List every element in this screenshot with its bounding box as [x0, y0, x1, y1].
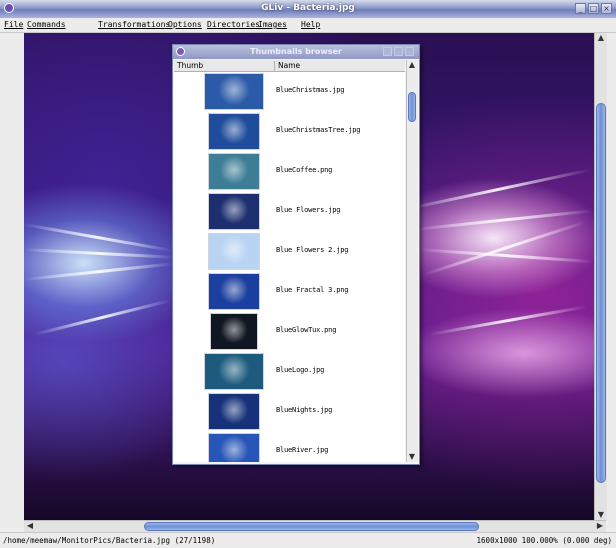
window-title: GLiv - Bacteria.jpg	[261, 3, 355, 13]
file-name: BlueChristmasTree.jpg	[276, 126, 361, 134]
light-streak	[428, 305, 587, 336]
list-item[interactable]: Blue Flowers 2.jpg	[174, 232, 405, 272]
thumbnails-scrollbar[interactable]: ▲ ▼	[406, 60, 418, 462]
menu-file[interactable]: File	[4, 20, 23, 29]
main-titlebar[interactable]: GLiv - Bacteria.jpg _ □ ×	[0, 0, 616, 18]
column-header-thumb[interactable]: Thumb	[177, 61, 203, 70]
thumbnail-image	[208, 233, 260, 270]
thumbnail-image	[208, 153, 260, 190]
thumbnail-image	[208, 393, 260, 430]
thumbnail-image	[208, 113, 260, 150]
scroll-left-icon[interactable]: ◀	[24, 521, 36, 531]
scroll-right-icon[interactable]: ▶	[594, 521, 606, 531]
list-item[interactable]: Blue Fractal 3.png	[174, 272, 405, 312]
menu-commands[interactable]: Commands	[27, 20, 66, 29]
light-streak	[24, 223, 172, 253]
thumbnail-image	[204, 73, 264, 110]
status-path: /home/meemaw/MonitorPics/Bacteria.jpg (2…	[3, 536, 216, 545]
file-name: BlueGlowTux.png	[276, 326, 337, 334]
file-name: BlueCoffee.png	[276, 166, 333, 174]
light-streak	[33, 299, 171, 336]
thumbnail-image	[208, 273, 260, 310]
column-header-name[interactable]: Name	[274, 61, 300, 71]
menu-help[interactable]: Help	[301, 20, 320, 29]
file-name: Blue Flowers 2.jpg	[276, 246, 349, 254]
maximize-icon[interactable]: □	[588, 3, 599, 14]
file-name: Blue Fractal 3.png	[276, 286, 349, 294]
list-item[interactable]: BlueNights.jpg	[174, 392, 405, 432]
thumbnails-browser-titlebar[interactable]: Thumbnails browser	[173, 45, 419, 59]
list-item[interactable]: BlueGlowTux.png	[174, 312, 405, 352]
scroll-down-icon[interactable]: ▼	[407, 452, 417, 462]
status-bar: /home/meemaw/MonitorPics/Bacteria.jpg (2…	[0, 532, 616, 548]
list-item[interactable]: BlueRiver.jpg	[174, 432, 405, 462]
vertical-scroll-thumb[interactable]	[596, 103, 606, 483]
thumbnails-browser-window[interactable]: Thumbnails browser Thumb Name BlueChrist…	[172, 44, 420, 465]
file-name: BlueNights.jpg	[276, 406, 333, 414]
horizontal-scrollbar[interactable]: ◀ ▶	[24, 520, 606, 532]
light-streak	[24, 248, 174, 259]
list-item[interactable]: Blue Flowers.jpg	[174, 192, 405, 232]
light-streak	[403, 168, 591, 211]
scroll-down-icon[interactable]: ▼	[595, 510, 607, 520]
thumbnails-list[interactable]: BlueChristmas.jpg BlueChristmasTree.jpg …	[174, 72, 405, 462]
menu-directories[interactable]: Directories	[207, 20, 260, 29]
list-item[interactable]: BlueChristmasTree.jpg	[174, 112, 405, 152]
close-icon[interactable]: ×	[601, 3, 612, 14]
light-streak	[24, 262, 174, 281]
list-item[interactable]: BlueLogo.jpg	[174, 352, 405, 392]
menu-options[interactable]: Options	[168, 20, 202, 29]
file-name: BlueRiver.jpg	[276, 446, 329, 454]
horizontal-scroll-thumb[interactable]	[144, 522, 479, 531]
thumbnail-image	[210, 313, 258, 350]
status-info: 1600x1000 100.000% (0.000 deg)	[476, 536, 612, 545]
scroll-up-icon[interactable]: ▲	[407, 60, 417, 70]
list-item[interactable]: BlueChristmas.jpg	[174, 72, 405, 112]
file-name: Blue Flowers.jpg	[276, 206, 341, 214]
minimize-icon[interactable]	[383, 47, 392, 56]
minimize-icon[interactable]: _	[575, 3, 586, 14]
scroll-up-icon[interactable]: ▲	[595, 33, 607, 43]
menu-bar: File Commands Transformations Options Di…	[0, 18, 616, 33]
thumbnails-scroll-thumb[interactable]	[408, 92, 416, 122]
vertical-scrollbar[interactable]: ▲ ▼	[594, 33, 607, 520]
thumbnail-image	[208, 433, 260, 462]
light-streak	[423, 220, 587, 276]
file-name: BlueLogo.jpg	[276, 366, 325, 374]
maximize-icon[interactable]	[394, 47, 403, 56]
thumbnail-image	[204, 353, 264, 390]
menu-images[interactable]: Images	[258, 20, 287, 29]
file-name: BlueChristmas.jpg	[276, 86, 345, 94]
thumbnail-image	[208, 193, 260, 230]
list-item[interactable]: BlueCoffee.png	[174, 152, 405, 192]
light-streak	[418, 248, 594, 264]
close-icon[interactable]	[405, 47, 414, 56]
menu-transformations[interactable]: Transformations	[98, 20, 170, 29]
thumbnails-list-header: Thumb Name	[174, 60, 405, 72]
